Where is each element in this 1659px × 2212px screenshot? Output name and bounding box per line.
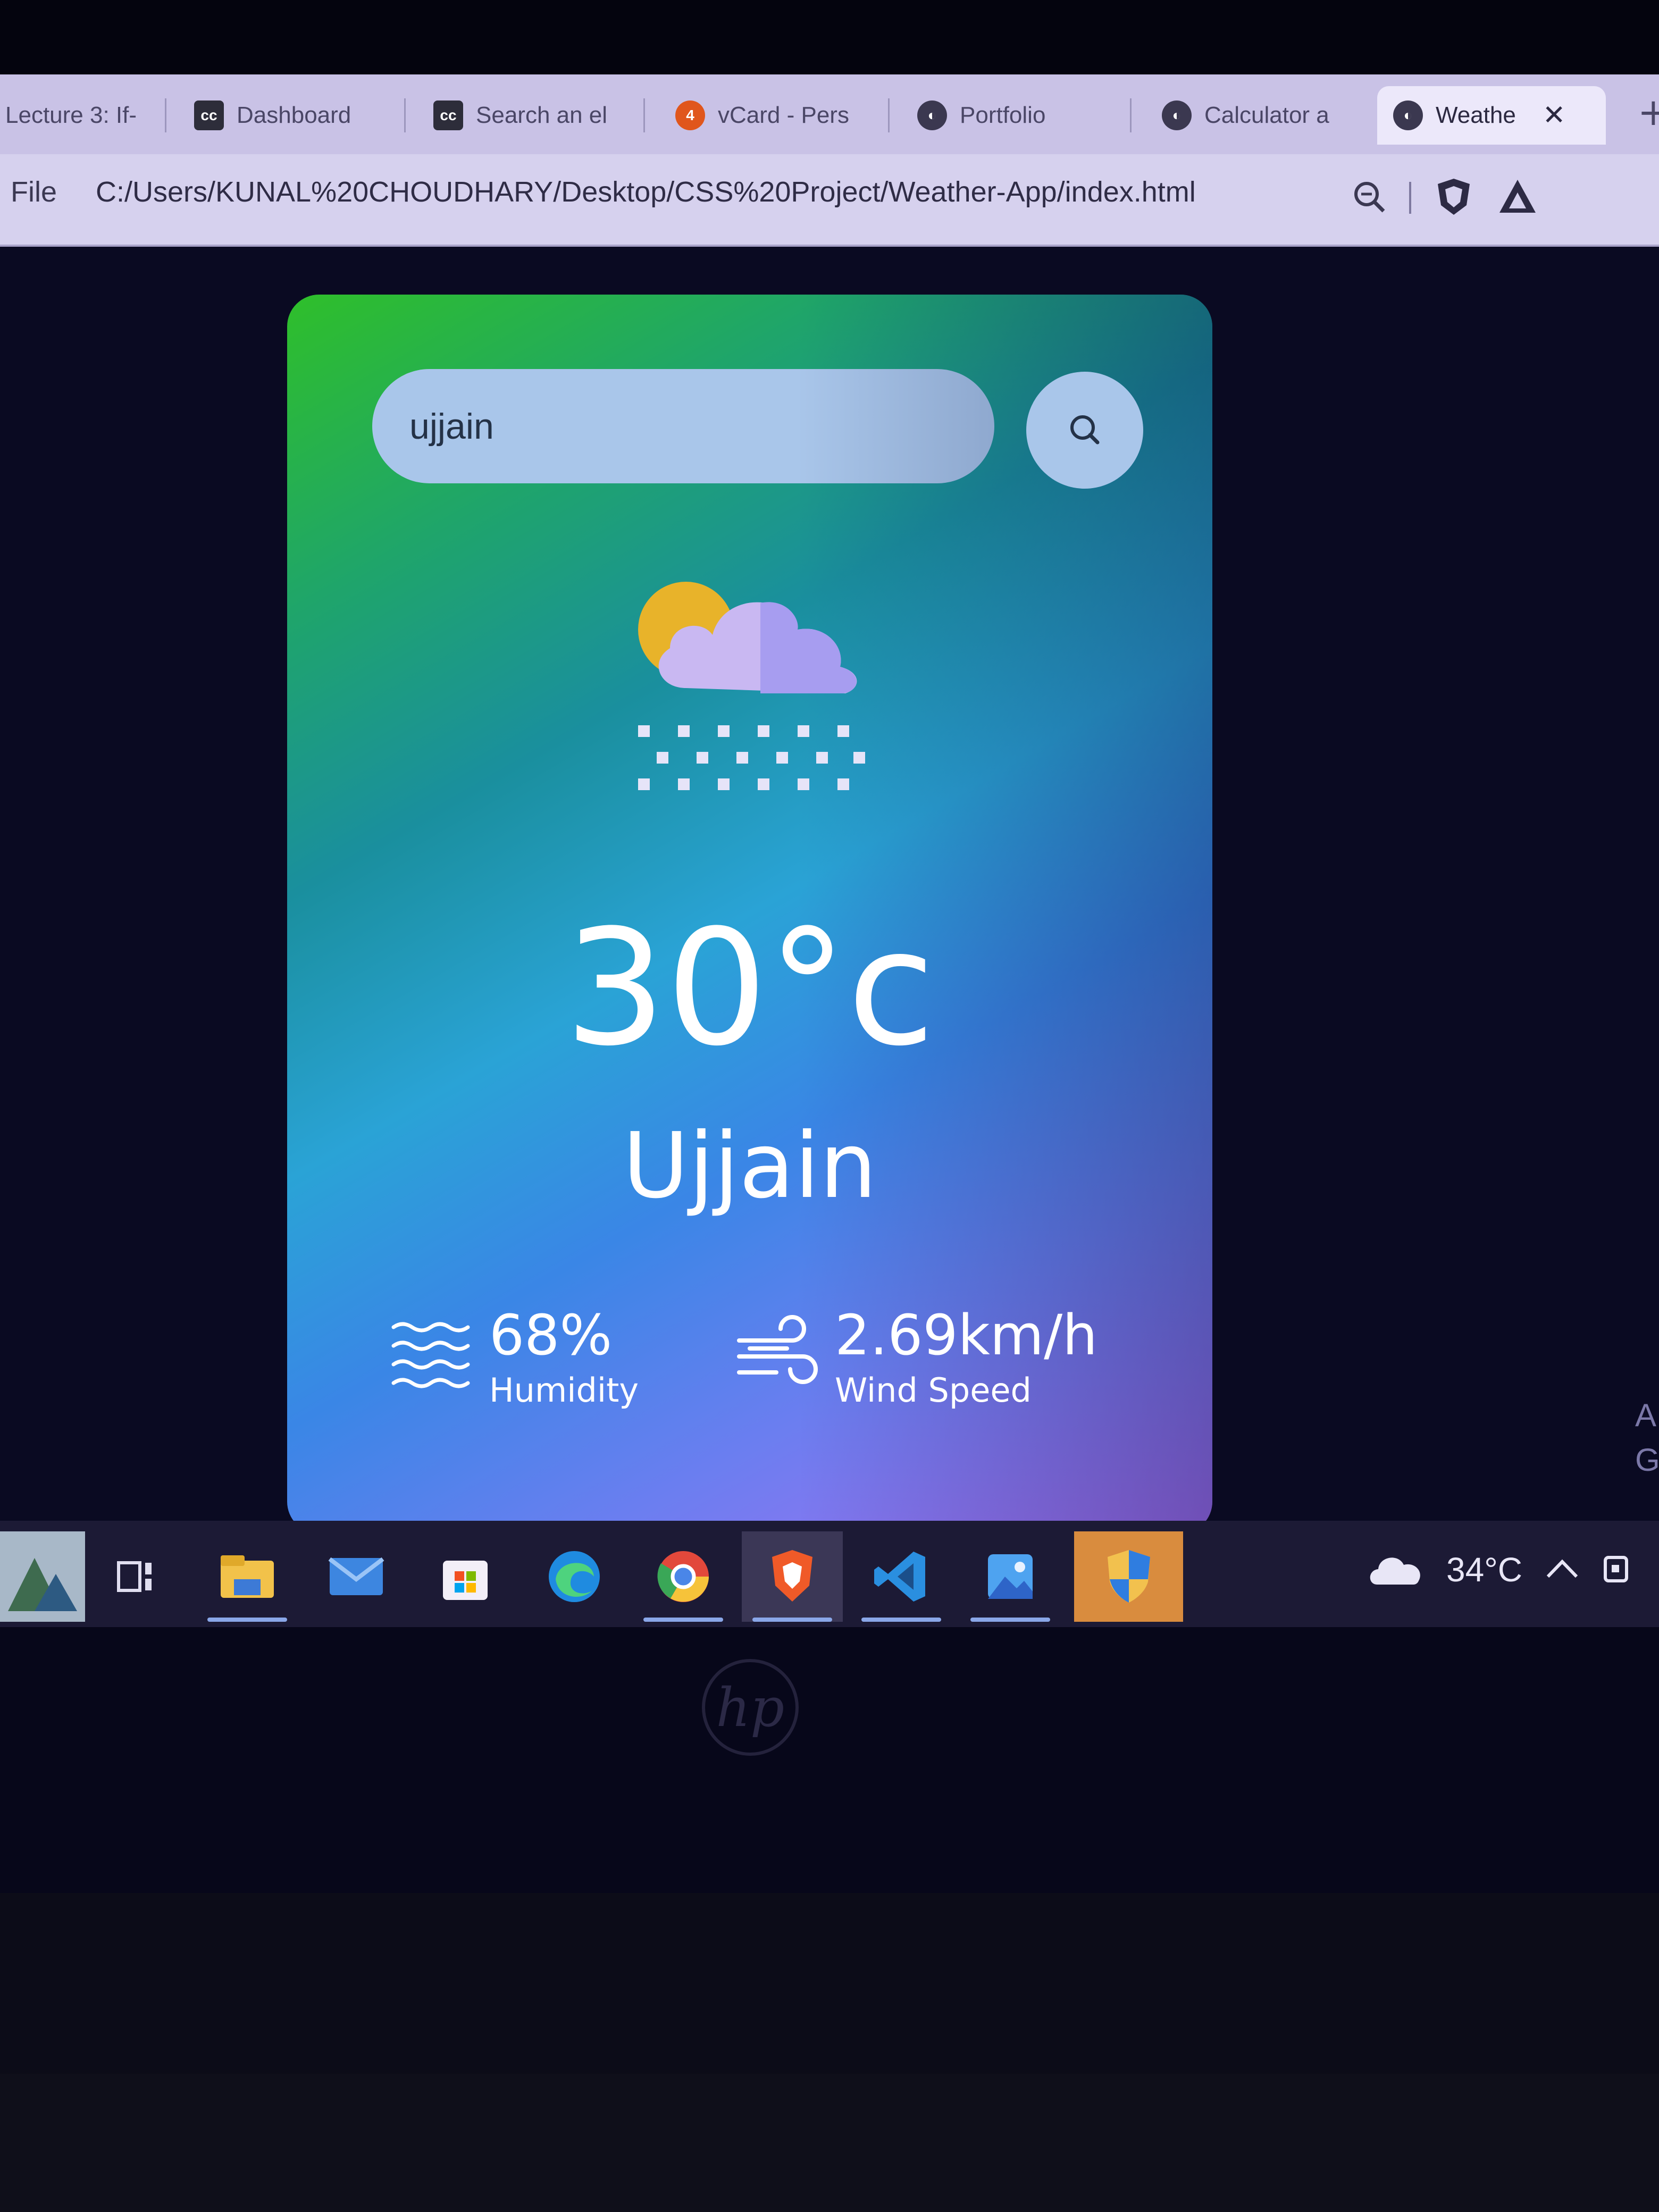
- zoom-icon[interactable]: [1351, 178, 1388, 217]
- globe-icon: ◐: [917, 100, 947, 130]
- city-name: Ujjain: [622, 1113, 877, 1219]
- widgets-icon[interactable]: [0, 1531, 85, 1622]
- tab-divider: [1130, 98, 1132, 132]
- tab-label: Dashboard: [237, 102, 351, 128]
- brave-shield-icon[interactable]: [1432, 175, 1475, 220]
- tab-portfolio[interactable]: ◐ Portfolio: [917, 86, 1130, 145]
- city-search-input[interactable]: [372, 369, 994, 483]
- tab-label: Lecture 3: If-: [5, 102, 137, 128]
- tab-divider: [888, 98, 890, 132]
- side-text-line: A: [1635, 1397, 1657, 1433]
- wind-icon: [734, 1314, 819, 1401]
- humidity-value: 68%: [489, 1303, 613, 1368]
- humidity-waves-icon: [388, 1317, 473, 1398]
- mail-icon[interactable]: [306, 1531, 407, 1622]
- wind-values: 2.69km/h Wind Speed: [835, 1305, 1097, 1410]
- meet-now-icon[interactable]: [1602, 1550, 1634, 1589]
- running-indicator: [970, 1618, 1050, 1622]
- humidity-label: Humidity: [489, 1371, 639, 1410]
- tab-divider: [165, 98, 166, 132]
- desktop-side-text: A G: [1635, 1393, 1659, 1482]
- search-button[interactable]: [1026, 372, 1143, 489]
- tab-vcard[interactable]: 4 vCard - Pers: [675, 86, 877, 145]
- brave-rewards-icon[interactable]: [1496, 175, 1539, 220]
- laptop-keyboard-edge: [0, 2074, 1659, 2212]
- taskbar: 34°C: [0, 1521, 1659, 1627]
- vscode-icon[interactable]: [851, 1531, 952, 1622]
- file-scheme-label: File: [11, 176, 57, 208]
- file-explorer-icon[interactable]: [197, 1531, 298, 1622]
- browser-page: 30°c Ujjain 68% Humidity: [0, 247, 1659, 1534]
- tab-calculator[interactable]: ◐ Calculator a: [1162, 86, 1364, 145]
- tab-label: Portfolio: [960, 102, 1046, 128]
- tab-weather[interactable]: ◐ Weathe ✕: [1377, 86, 1606, 145]
- globe-icon: ◐: [1162, 100, 1192, 130]
- tab-dashboard[interactable]: cc Dashboard: [194, 86, 386, 145]
- browser-tab-strip: Lecture 3: If- cc Dashboard cc Search an…: [0, 74, 1659, 154]
- running-indicator: [207, 1618, 287, 1622]
- cc-icon: cc: [194, 100, 224, 130]
- vcard-icon: 4: [675, 100, 705, 130]
- humidity-values: 68% Humidity: [489, 1305, 639, 1410]
- divider: [1409, 182, 1411, 214]
- running-indicator: [643, 1618, 723, 1622]
- running-indicator: [861, 1618, 941, 1622]
- cloud-icon[interactable]: [1367, 1550, 1425, 1589]
- store-icon[interactable]: [415, 1531, 516, 1622]
- search-icon: [1063, 408, 1106, 453]
- sun-cloud-snow-icon: [627, 571, 883, 805]
- edge-icon[interactable]: [524, 1531, 625, 1622]
- tab-label: Search an el: [476, 102, 608, 128]
- side-text-line: G: [1635, 1442, 1659, 1478]
- cc-icon: cc: [433, 100, 463, 130]
- tab-search[interactable]: cc Search an el: [433, 86, 630, 145]
- address-bar: File C:/Users/KUNAL%20CHOUDHARY/Desktop/…: [0, 154, 1659, 247]
- brave-icon[interactable]: [742, 1531, 843, 1622]
- globe-icon: ◐: [1393, 100, 1423, 130]
- system-tray: 34°C: [1367, 1550, 1634, 1589]
- wind-speed-value: 2.69km/h: [835, 1303, 1098, 1368]
- tray-temperature[interactable]: 34°C: [1446, 1550, 1522, 1589]
- photos-icon[interactable]: [960, 1531, 1061, 1622]
- security-shield-icon[interactable]: [1074, 1531, 1183, 1622]
- tab-divider: [404, 98, 406, 132]
- chrome-icon[interactable]: [633, 1531, 734, 1622]
- close-tab-icon[interactable]: ✕: [1543, 99, 1566, 131]
- tab-divider: [643, 98, 645, 132]
- url-field[interactable]: C:/Users/KUNAL%20CHOUDHARY/Desktop/CSS%2…: [96, 175, 1196, 208]
- weather-card: 30°c Ujjain 68% Humidity: [287, 295, 1212, 1534]
- monitor-bezel-top: [0, 0, 1659, 80]
- tab-label: Weathe: [1436, 102, 1516, 128]
- address-bar-icons: [1351, 175, 1539, 220]
- task-view-icon[interactable]: [85, 1531, 186, 1622]
- running-indicator: [752, 1618, 832, 1622]
- hp-logo: hp: [702, 1659, 799, 1756]
- humidity-detail: 68% Humidity: [388, 1305, 639, 1410]
- wind-detail: 2.69km/h Wind Speed: [734, 1305, 1097, 1410]
- tab-label: vCard - Pers: [718, 102, 849, 128]
- chevron-up-icon[interactable]: [1544, 1555, 1581, 1584]
- tab-label: Calculator a: [1204, 102, 1329, 128]
- wind-speed-label: Wind Speed: [835, 1371, 1032, 1410]
- temperature-value: 30°c: [564, 895, 935, 1081]
- new-tab-button[interactable]: +: [1638, 90, 1659, 134]
- tab-lecture[interactable]: Lecture 3: If-: [5, 86, 149, 145]
